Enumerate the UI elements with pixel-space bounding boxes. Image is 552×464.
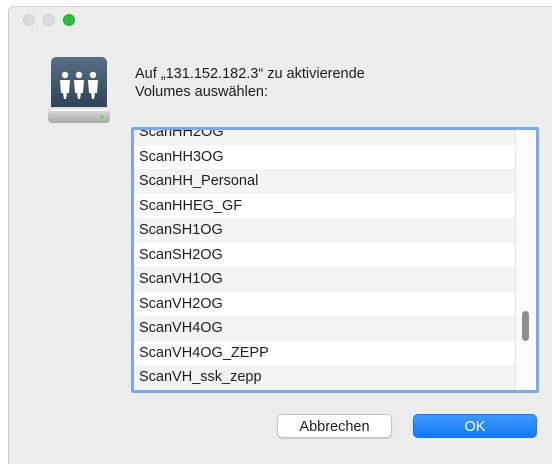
volume-list-item[interactable]: ScanSH1OG [134,218,515,243]
prompt-line-2: Volumes auswählen: [135,84,268,100]
prompt-line-1: Auf „131.152.182.3“ zu aktivierende [135,66,365,82]
volume-list-item[interactable]: ScanVH4OG [134,316,515,341]
volume-list-item[interactable]: ScanHH2OG [134,130,515,145]
volume-list-item[interactable]: ScanVH1OG [134,267,515,292]
volume-list-item[interactable]: ScanVH_ssk_zepp [134,365,515,390]
ok-button[interactable]: OK [413,414,537,438]
close-window-button[interactable] [23,14,35,26]
scroll-thumb[interactable] [522,311,529,341]
cancel-button[interactable]: Abbrechen [277,414,392,438]
volume-list-scrollbar[interactable] [516,130,536,390]
volume-list-item[interactable]: ScanHH3OG [134,145,515,170]
dialog-prompt: Auf „131.152.182.3“ zu aktivierende Volu… [135,65,515,101]
volume-list-item[interactable]: ScanVH2OG [134,292,515,317]
title-bar [9,7,552,35]
volume-list[interactable]: ScanHH2OG ScanHH3OG ScanHH_Personal ScanHHE… [131,127,539,393]
volume-list-rows: ScanHH2OG ScanHH3OG ScanHH_Personal ScanHHE… [134,130,515,390]
volume-list-item[interactable]: ScanHHEG_GF [134,194,515,219]
volume-list-item[interactable]: ScanSH2OG [134,243,515,268]
minimize-window-button[interactable] [43,14,55,26]
volume-list-item[interactable]: ScanVH4OG_ZEPP [134,341,515,366]
volume-selection-dialog: Auf „131.152.182.3“ zu aktivierende Volu… [8,6,552,464]
zoom-window-button[interactable] [63,14,75,26]
volume-list-viewport: ScanHH2OG ScanHH3OG ScanHH_Personal ScanHHE… [134,130,516,390]
volume-list-item[interactable]: ScanHH_Personal [134,169,515,194]
network-drive-icon [45,53,113,145]
